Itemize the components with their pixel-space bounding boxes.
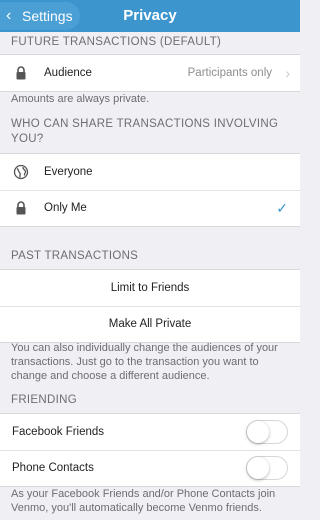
make-all-private-button[interactable]: Make All Private	[0, 306, 300, 342]
share-options-group: Everyone Only Me ✓	[0, 153, 300, 227]
chevron-right-icon: ›	[285, 65, 290, 81]
make-all-private-label: Make All Private	[108, 318, 192, 330]
facebook-friends-label: Facebook Friends	[12, 426, 105, 438]
back-button-label: Settings	[22, 8, 73, 24]
share-option-everyone[interactable]: Everyone	[0, 154, 300, 190]
phone-contacts-toggle[interactable]	[246, 456, 288, 480]
toggle-knob	[247, 457, 269, 479]
share-header: WHO CAN SHARE TRANSACTIONS INVOLVING YOU…	[11, 118, 279, 145]
limit-to-friends-button[interactable]: Limit to Friends	[0, 270, 300, 306]
audience-label: Audience	[44, 67, 92, 79]
facebook-friends-row: Facebook Friends	[0, 414, 300, 450]
audience-row[interactable]: Audience Participants only ›	[0, 55, 300, 91]
friending-group: Facebook Friends Phone Contacts	[0, 413, 300, 487]
share-option-label: Only Me	[44, 202, 87, 214]
friending-footer: As your Facebook Friends and/or Phone Co…	[11, 488, 276, 514]
phone-contacts-row: Phone Contacts	[0, 450, 300, 486]
future-transactions-footer: Amounts are always private.	[11, 93, 150, 105]
globe-icon	[13, 164, 29, 180]
share-option-only-me[interactable]: Only Me ✓	[0, 190, 300, 226]
facebook-friends-toggle[interactable]	[246, 420, 288, 444]
chevron-left-icon: ‹	[6, 7, 12, 24]
back-button[interactable]: ‹ Settings	[0, 2, 80, 30]
past-transactions-footer: You can also individually change the aud…	[11, 342, 278, 382]
future-transactions-group: Audience Participants only ›	[0, 54, 300, 92]
share-option-label: Everyone	[44, 166, 93, 178]
navigation-bar: ‹ Settings Privacy	[0, 0, 300, 32]
past-transactions-group: Limit to Friends Make All Private	[0, 269, 300, 343]
friending-header: FRIENDING	[11, 394, 77, 406]
past-transactions-header: PAST TRANSACTIONS	[11, 250, 139, 262]
checkmark-icon: ✓	[276, 200, 288, 216]
lock-icon	[16, 201, 26, 215]
phone-contacts-label: Phone Contacts	[12, 462, 94, 474]
lock-icon	[16, 66, 26, 80]
limit-to-friends-label: Limit to Friends	[110, 282, 190, 294]
audience-value: Participants only	[187, 67, 272, 79]
toggle-knob	[247, 421, 269, 443]
future-transactions-header: FUTURE TRANSACTIONS (DEFAULT)	[11, 36, 222, 48]
